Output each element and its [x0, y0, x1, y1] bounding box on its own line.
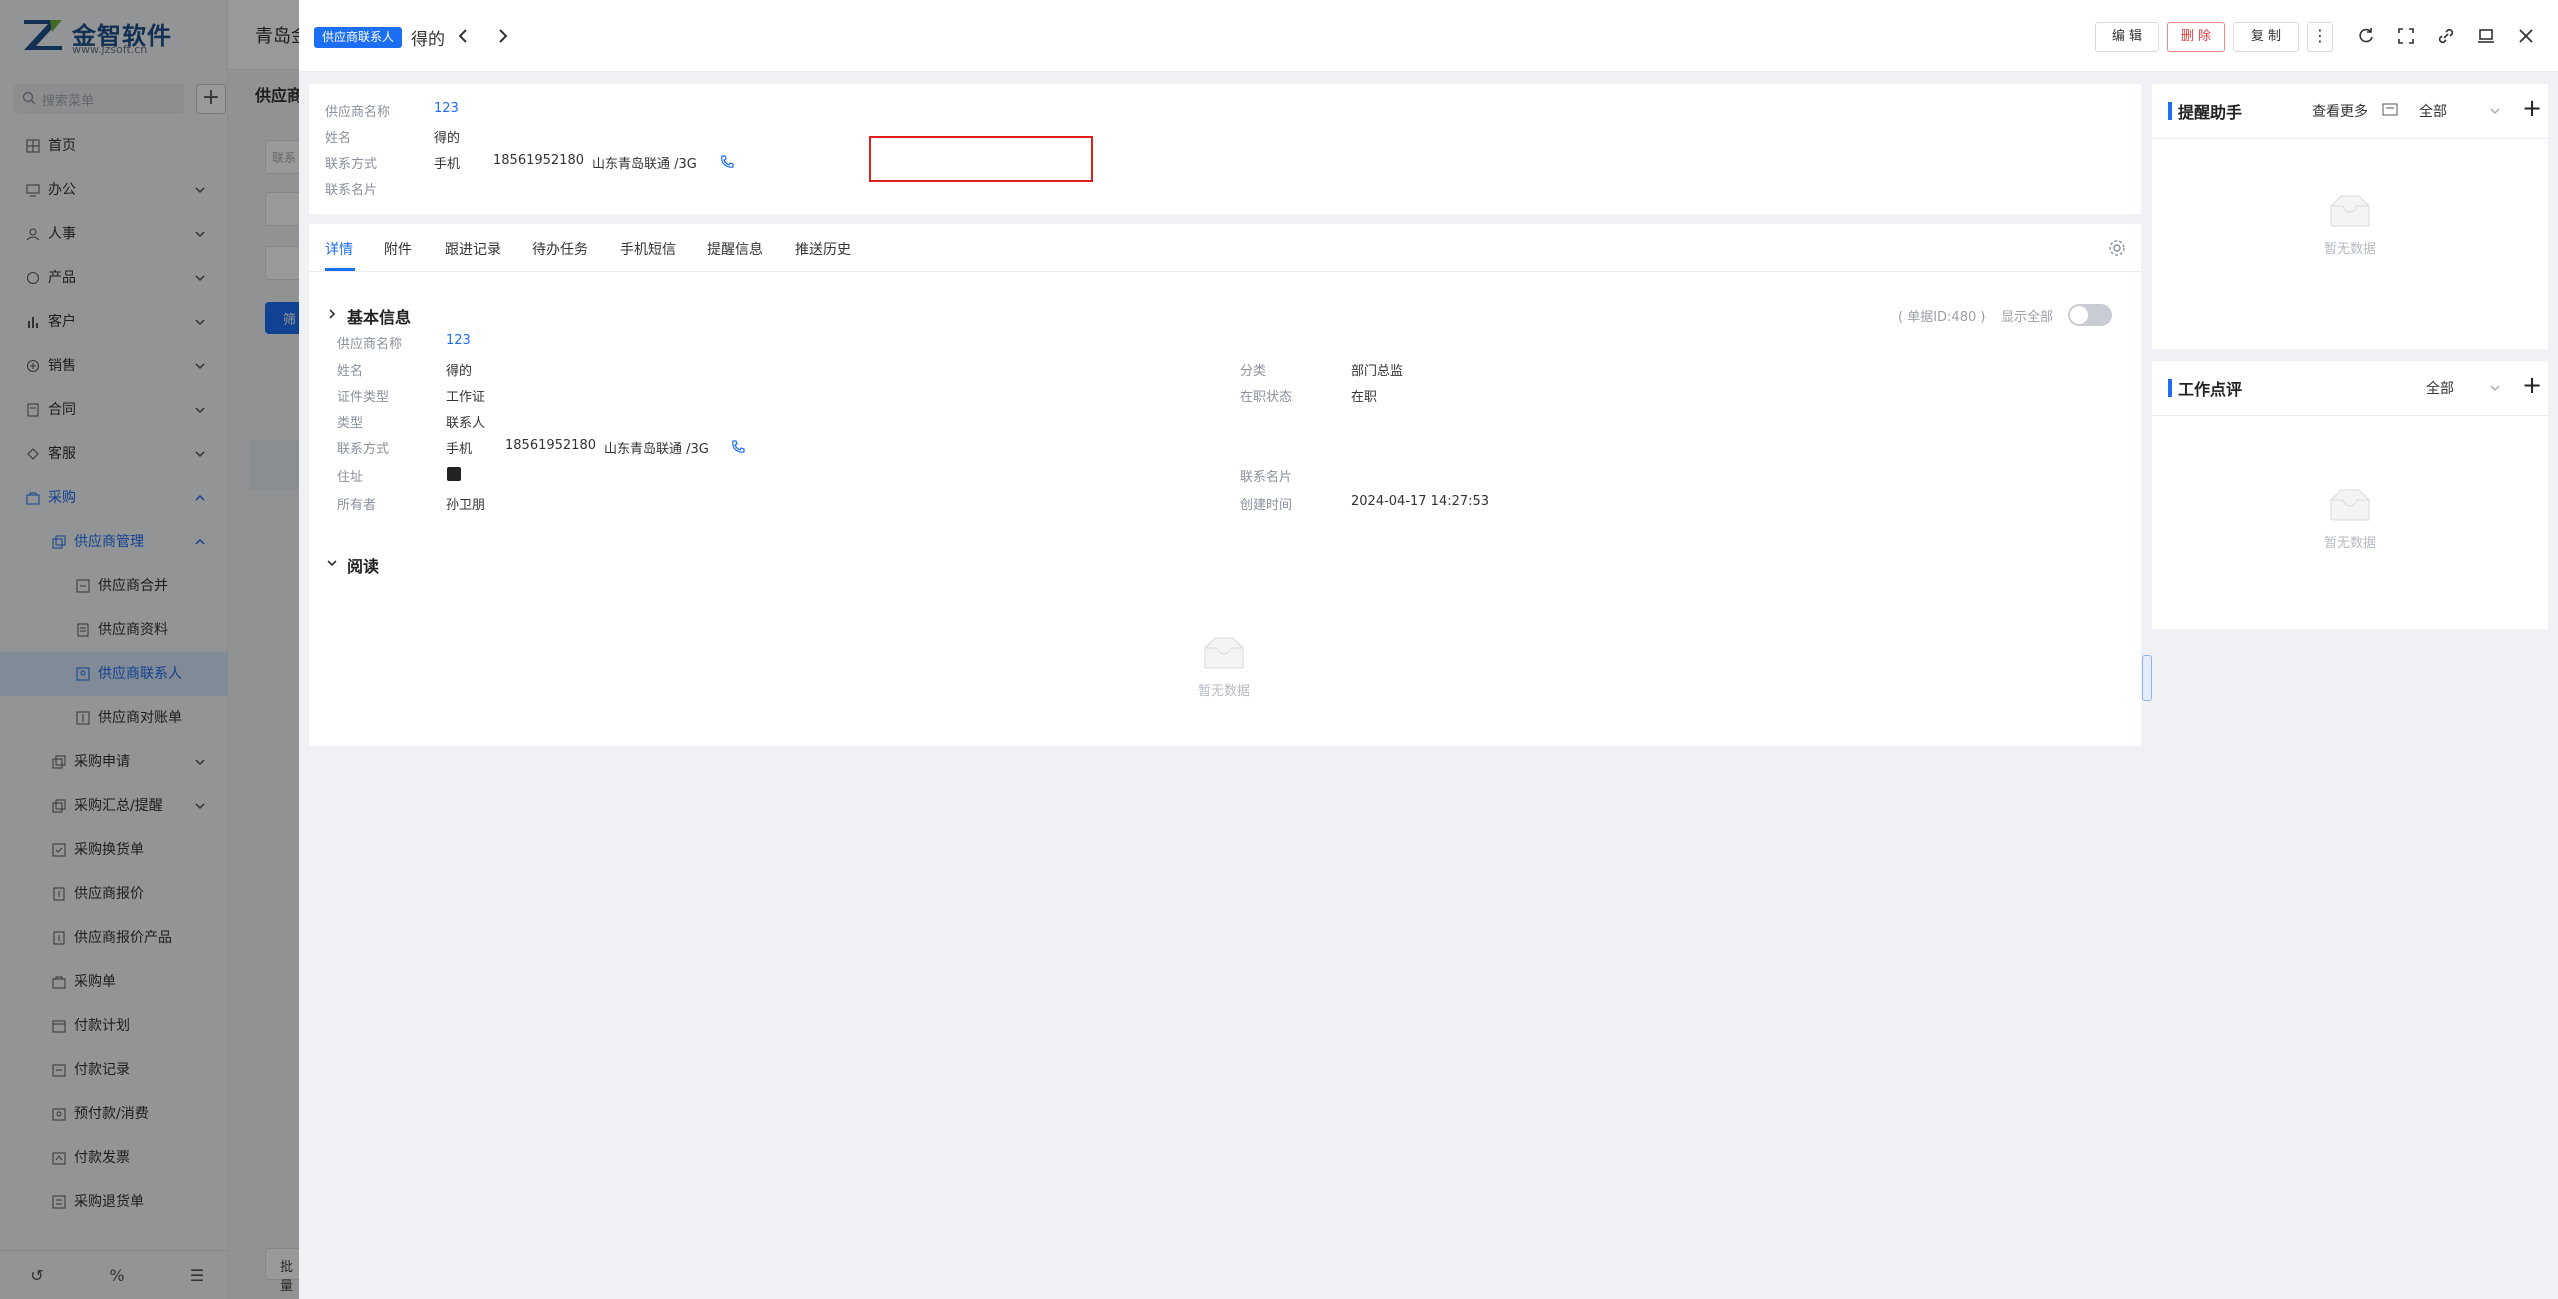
work-review-panel: 工作点评 全部 + 暂无数据	[2152, 361, 2548, 629]
title-accent	[2168, 102, 2172, 120]
phone-icon[interactable]	[730, 439, 746, 455]
title-accent	[2168, 379, 2172, 397]
add-review-button[interactable]: +	[2522, 373, 2542, 397]
field-label: 所有者	[337, 498, 377, 513]
chevron-left-icon[interactable]	[453, 26, 473, 46]
reminder-filter-select[interactable]: 全部	[2419, 101, 2447, 121]
phone-icon[interactable]	[719, 154, 735, 170]
summary-phone: 18561952180	[493, 153, 584, 168]
type-value: 联系人	[446, 416, 486, 431]
chevron-right-icon[interactable]	[493, 26, 513, 46]
empty-text: 暂无数据	[1197, 684, 1250, 699]
edit-button[interactable]: 编 辑	[2095, 22, 2159, 52]
field-label: 在职状态	[1240, 390, 1293, 405]
field-label: 分类	[1240, 364, 1267, 379]
empty-inbox-icon	[2330, 489, 2370, 521]
phone-value: 18561952180	[505, 438, 596, 453]
category-value: 部门总监	[1351, 364, 1404, 379]
field-label: 姓名	[337, 364, 364, 379]
divider	[2152, 138, 2548, 139]
summary-card-label: 联系名片	[325, 183, 378, 198]
delete-button[interactable]: 删 除	[2167, 22, 2225, 52]
show-all-toggle[interactable]	[2068, 304, 2112, 326]
tab-push-history[interactable]: 推送历史	[795, 239, 851, 259]
copy-button[interactable]: 复 制	[2233, 22, 2299, 52]
fullscreen-icon[interactable]	[2396, 26, 2416, 46]
summary-name-value: 得的	[434, 131, 461, 146]
reminder-title: 提醒助手	[2178, 103, 2243, 122]
view-more-link[interactable]: 查看更多	[2312, 101, 2368, 121]
field-label: 类型	[337, 416, 364, 431]
field-label: 供应商名称	[337, 337, 403, 352]
supplier-link[interactable]: 123	[446, 333, 471, 348]
carrier-value: 山东青岛联通 /3G	[604, 442, 709, 457]
read-empty-state: 暂无数据	[1164, 634, 1284, 699]
summary-carrier: 山东青岛联通 /3G	[592, 157, 697, 172]
show-all-label: 显示全部	[2001, 310, 2054, 325]
field-label: 证件类型	[337, 390, 390, 405]
work-review-title: 工作点评	[2178, 380, 2243, 399]
field-label: 联系名片	[1240, 470, 1293, 485]
link-icon[interactable]	[2436, 26, 2456, 46]
record-title: 得的	[411, 30, 445, 50]
laptop-icon[interactable]	[2476, 26, 2496, 46]
id-type-value: 工作证	[446, 390, 486, 405]
empty-inbox-icon	[1204, 637, 1244, 669]
tab-follow-up[interactable]: 跟进记录	[445, 239, 501, 259]
highlight-box	[869, 136, 1093, 182]
drawer-header: 供应商联系人 得的 编 辑 删 除 复 制 ⋮	[299, 0, 2558, 72]
chevron-down-icon[interactable]	[2489, 382, 2501, 394]
message-icon	[2382, 103, 2398, 116]
active-tab-indicator	[325, 268, 355, 271]
tab-reminders[interactable]: 提醒信息	[707, 239, 763, 259]
reminder-panel: 提醒助手 查看更多 全部 + 暂无数据	[2152, 84, 2548, 349]
empty-text: 暂无数据	[2323, 242, 2376, 257]
summary-contact-label: 联系方式	[325, 157, 378, 172]
name-value: 得的	[446, 364, 473, 379]
more-options-icon[interactable]: ⋮	[2307, 22, 2333, 52]
summary-supplier-link[interactable]: 123	[434, 101, 459, 116]
chevron-down-icon[interactable]	[2489, 105, 2501, 117]
review-empty-state: 暂无数据	[2290, 486, 2410, 551]
summary-name-label: 姓名	[325, 131, 352, 146]
summary-supplier-label: 供应商名称	[325, 105, 391, 120]
field-label: 住址	[337, 470, 364, 485]
divider	[2152, 415, 2548, 416]
reminder-empty-state: 暂无数据	[2290, 192, 2410, 257]
close-icon[interactable]	[2516, 26, 2536, 46]
tab-details[interactable]: 详情	[325, 239, 353, 259]
tab-todo[interactable]: 待办任务	[532, 239, 588, 259]
tab-attachments[interactable]: 附件	[384, 239, 412, 259]
summary-card: 供应商名称 123 姓名 得的 联系方式 手机 18561952180 山东青岛…	[309, 84, 2141, 214]
chevron-right-icon[interactable]	[325, 307, 339, 321]
detail-drawer: 供应商联系人 得的 编 辑 删 除 复 制 ⋮ 供应商名称 123 姓名 得的 …	[299, 0, 2558, 1299]
created-time-value: 2024-04-17 14:27:53	[1351, 494, 1490, 509]
review-filter-select[interactable]: 全部	[2426, 378, 2454, 398]
record-type-badge: 供应商联系人	[314, 27, 403, 48]
summary-contact-type: 手机	[434, 157, 461, 172]
refresh-icon[interactable]	[2356, 26, 2376, 46]
collapse-panel-handle[interactable]	[2142, 655, 2152, 701]
add-reminder-button[interactable]: +	[2522, 96, 2542, 120]
chevron-down-icon[interactable]	[325, 556, 339, 570]
read-section-title[interactable]: 阅读	[347, 553, 379, 577]
detail-card: 详情 附件 跟进记录 待办任务 手机短信 提醒信息 推送历史 基本信息 ( 单据…	[309, 224, 2141, 746]
contact-type-value: 手机	[446, 442, 473, 457]
empty-inbox-icon	[2330, 195, 2370, 227]
status-value: 在职	[1351, 390, 1378, 405]
tab-sms[interactable]: 手机短信	[620, 239, 676, 259]
field-label: 创建时间	[1240, 498, 1293, 513]
empty-text: 暂无数据	[2323, 536, 2376, 551]
gear-icon[interactable]	[2107, 238, 2127, 258]
field-label: 联系方式	[337, 442, 390, 457]
document-id: ( 单据ID:480 )	[1898, 310, 1986, 325]
detail-tabs: 详情 附件 跟进记录 待办任务 手机短信 提醒信息 推送历史	[309, 224, 2141, 272]
address-icon[interactable]	[447, 467, 461, 481]
owner-value: 孙卫朋	[446, 498, 486, 513]
basic-info-title[interactable]: 基本信息	[347, 304, 411, 328]
